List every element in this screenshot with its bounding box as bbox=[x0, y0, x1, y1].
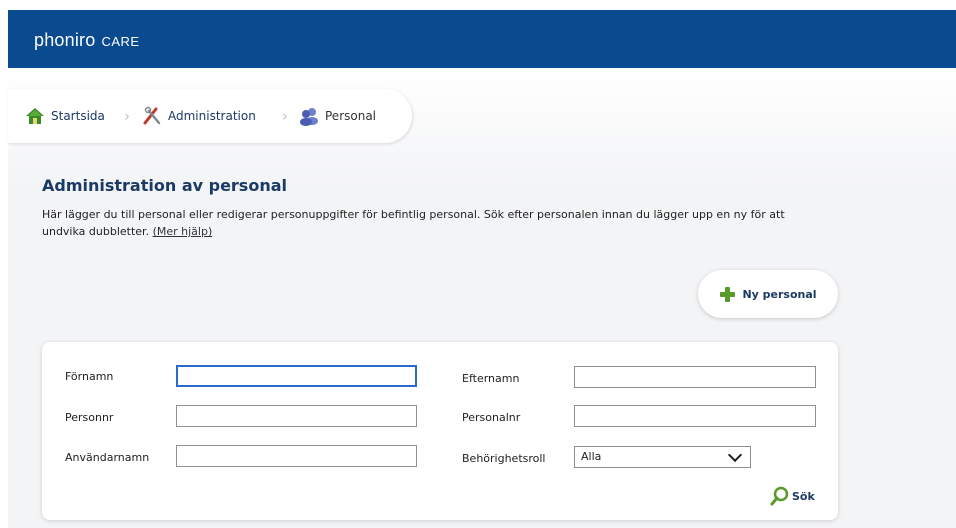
first-name-field[interactable] bbox=[176, 365, 417, 387]
breadcrumb-separator: › bbox=[124, 107, 130, 125]
staff-number-label: Personalnr bbox=[462, 411, 521, 424]
top-margin bbox=[0, 0, 956, 10]
tools-icon bbox=[141, 105, 163, 127]
first-name-label: Förnamn bbox=[65, 370, 114, 383]
role-label: Behörighetsroll bbox=[462, 452, 546, 465]
plus-icon bbox=[719, 286, 736, 302]
breadcrumb-personal: Personal bbox=[298, 105, 376, 127]
new-staff-button[interactable]: Ny personal bbox=[698, 270, 838, 318]
page-title: Administration av personal bbox=[42, 176, 287, 195]
chevron-down-icon bbox=[727, 447, 743, 463]
breadcrumb-home-label: Startsida bbox=[51, 109, 105, 123]
app-logo[interactable]: phoniro CARE bbox=[34, 30, 140, 51]
app-header: phoniro CARE bbox=[8, 10, 956, 68]
staff-number-field[interactable] bbox=[574, 405, 816, 427]
breadcrumb: Startsida › Administration › Personal bbox=[8, 89, 412, 143]
brand-suffix: CARE bbox=[101, 34, 140, 49]
people-icon bbox=[298, 105, 320, 127]
page-description: Här lägger du till personal eller redige… bbox=[42, 206, 802, 240]
personal-id-number-label: Personnr bbox=[65, 411, 114, 424]
breadcrumb-personal-label: Personal bbox=[325, 109, 377, 123]
breadcrumb-administration-label: Administration bbox=[168, 109, 256, 123]
search-icon bbox=[770, 486, 790, 506]
home-icon bbox=[24, 105, 46, 127]
personal-id-number-field[interactable] bbox=[176, 405, 417, 427]
breadcrumb-administration[interactable]: Administration bbox=[141, 105, 256, 127]
last-name-field[interactable] bbox=[574, 366, 816, 388]
new-staff-button-label: Ny personal bbox=[742, 287, 817, 301]
search-button[interactable]: Sök bbox=[770, 486, 815, 506]
search-button-label: Sök bbox=[792, 489, 815, 503]
username-label: Användarnamn bbox=[65, 451, 150, 464]
role-select[interactable]: Alla bbox=[574, 446, 751, 468]
brand-name: phoniro bbox=[34, 30, 96, 50]
username-field[interactable] bbox=[176, 445, 417, 467]
breadcrumb-home[interactable]: Startsida bbox=[24, 105, 105, 127]
last-name-label: Efternamn bbox=[462, 372, 520, 385]
breadcrumb-separator: › bbox=[282, 107, 288, 125]
help-link[interactable]: (Mer hjälp) bbox=[153, 225, 213, 238]
role-select-value: Alla bbox=[581, 450, 602, 463]
